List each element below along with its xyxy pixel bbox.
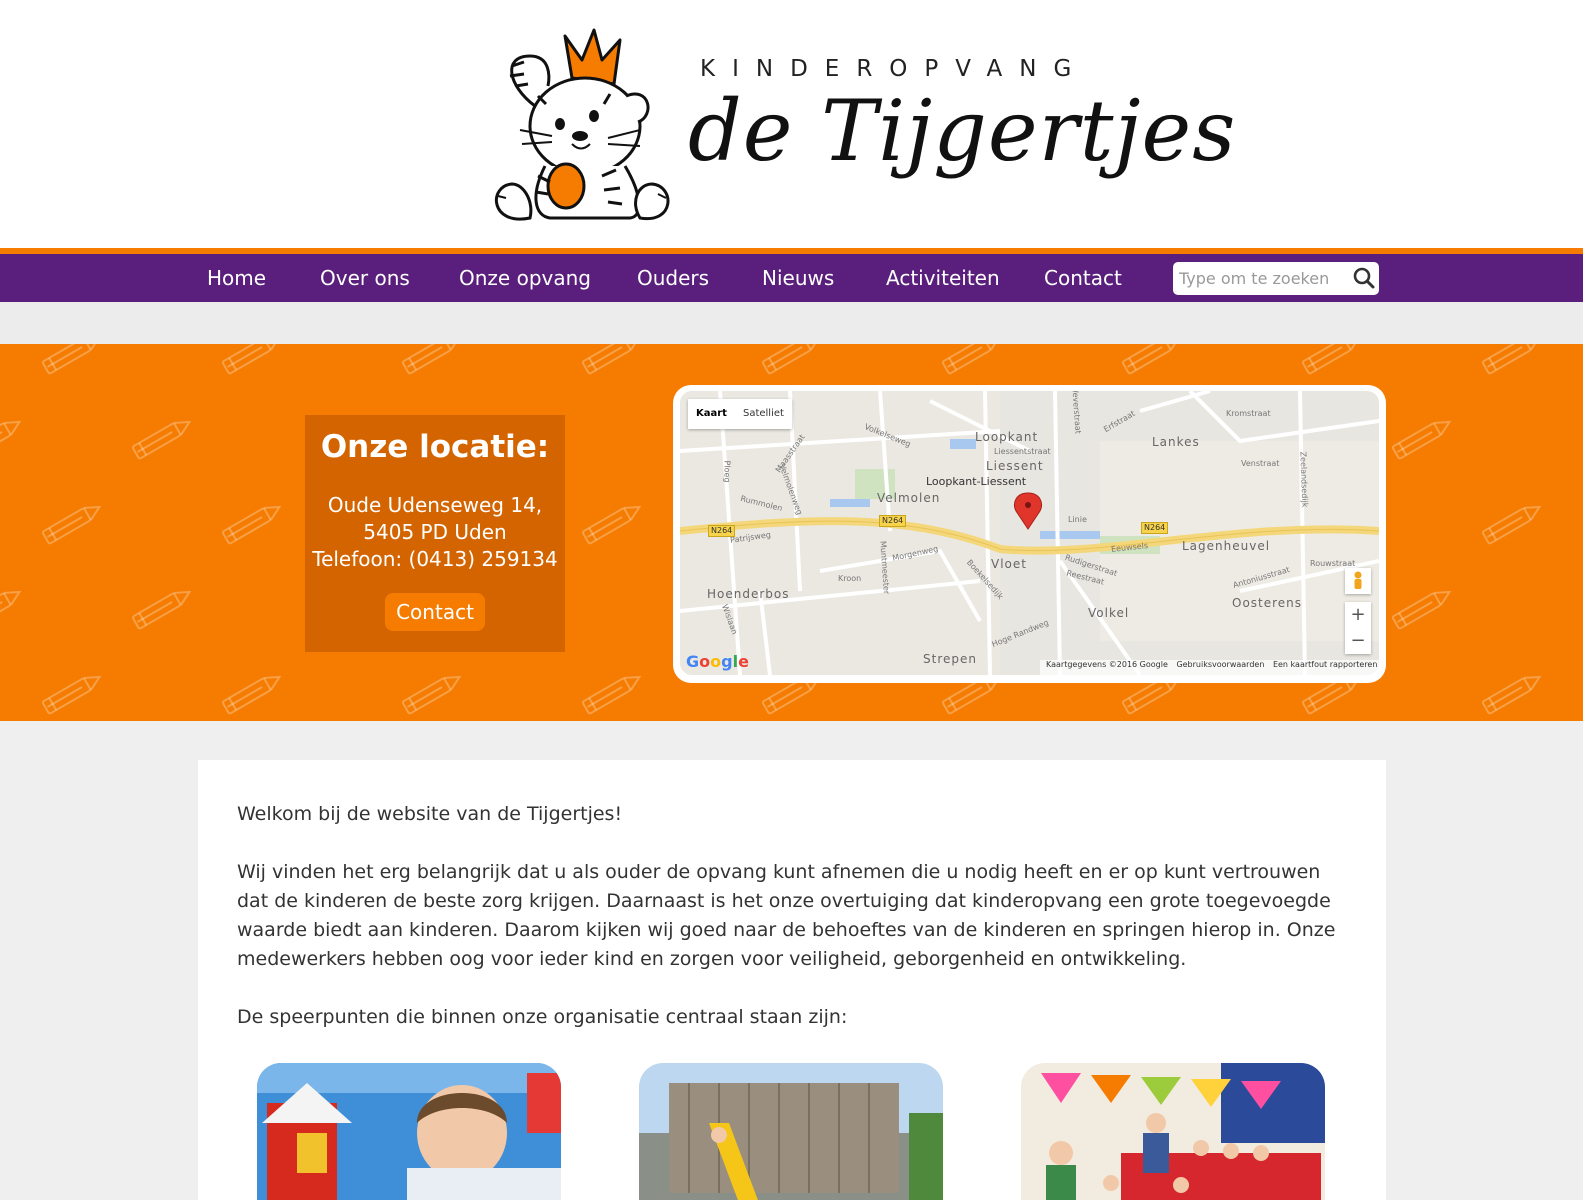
speerpunten-text: De speerpunten die binnen onze organisat… bbox=[237, 1006, 848, 1028]
phone-number: Telefoon: (0413) 259134 bbox=[312, 547, 558, 571]
map-zoom-control: + − bbox=[1345, 602, 1371, 654]
location-title: Onze locatie: bbox=[320, 429, 550, 465]
address-street: Oude Udenseweg 14, bbox=[327, 493, 543, 517]
map-frame: Kaart Satelliet Loopkant Liessent Loopka… bbox=[673, 385, 1386, 683]
map-terms-link[interactable]: Gebruiksvoorwaarden bbox=[1176, 660, 1264, 669]
map-label: Liessent bbox=[986, 459, 1044, 473]
map-label: Oosterens bbox=[1232, 596, 1303, 610]
playground-photo-icon bbox=[639, 1063, 943, 1200]
location-hero: Onze locatie: Oude Udenseweg 14, 5405 PD… bbox=[0, 344, 1583, 721]
map-label: Loopkant bbox=[975, 430, 1039, 444]
nav-item-home[interactable]: Home bbox=[207, 254, 266, 302]
contact-button[interactable]: Contact bbox=[385, 593, 485, 631]
nav-item-contact[interactable]: Contact bbox=[1044, 254, 1122, 302]
map-label: Ploeg bbox=[722, 460, 732, 483]
map-label: Velmolen bbox=[877, 491, 941, 505]
map-label: Lankes bbox=[1152, 435, 1200, 449]
map-footer: Kaartgegevens ©2016 Google Gebruiksvoorw… bbox=[1040, 660, 1379, 675]
map-tab-kaart[interactable]: Kaart bbox=[688, 399, 735, 429]
map-type-tabs: Kaart Satelliet bbox=[688, 399, 792, 429]
photo-baby-playing[interactable] bbox=[257, 1063, 561, 1200]
map-label: Lagenheuvel bbox=[1182, 539, 1271, 553]
intro-text: Wij vinden het erg belangrijk dat u als … bbox=[237, 861, 1336, 970]
pegman-icon bbox=[1354, 571, 1362, 589]
google-logo[interactable]: Google bbox=[686, 652, 749, 671]
photo-playground[interactable] bbox=[639, 1063, 943, 1200]
baby-photo-icon bbox=[257, 1063, 561, 1200]
map-tab-satelliet[interactable]: Satelliet bbox=[735, 399, 792, 429]
search-input[interactable] bbox=[1179, 266, 1339, 291]
location-box: Onze locatie: Oude Udenseweg 14, 5405 PD… bbox=[305, 415, 565, 652]
nav-item-activiteiten[interactable]: Activiteiten bbox=[886, 254, 1000, 302]
map-label: Venstraat bbox=[1241, 459, 1280, 468]
map-label: Linie bbox=[1068, 515, 1087, 524]
address-postcode: 5405 PD Uden bbox=[363, 520, 507, 544]
logo-tagline: KINDEROPVANG bbox=[700, 56, 1089, 82]
map-label: Rouwstraat bbox=[1310, 559, 1356, 568]
site-header: KINDEROPVANG de Tijgertjes bbox=[0, 0, 1583, 248]
map-label: Zeelandsedijk bbox=[1298, 451, 1310, 508]
welcome-text: Welkom bij de website van de Tijgertjes! bbox=[237, 803, 623, 825]
nav-item-onze-opvang[interactable]: Onze opvang bbox=[459, 254, 591, 302]
map-label: Volkel bbox=[1088, 606, 1130, 620]
nav-item-over-ons[interactable]: Over ons bbox=[320, 254, 410, 302]
street-view-pegman[interactable] bbox=[1345, 568, 1371, 594]
map-data-attribution: Kaartgegevens ©2016 Google bbox=[1046, 660, 1168, 669]
map-label: Hoenderbos bbox=[707, 587, 790, 601]
zoom-out-button[interactable]: − bbox=[1345, 628, 1371, 654]
main-navigation: Home Over ons Onze opvang Ouders Nieuws … bbox=[0, 254, 1583, 302]
map-label: Kromstraat bbox=[1226, 409, 1271, 418]
map-label: Liessentstraat bbox=[994, 447, 1051, 456]
map-label: Vloet bbox=[991, 557, 1027, 571]
road-badge: N264 bbox=[708, 525, 736, 537]
logo-name: de Tijgertjes bbox=[688, 82, 1237, 180]
map-report-link[interactable]: Een kaartfout rapporteren bbox=[1273, 660, 1377, 669]
storytime-photo-icon bbox=[1021, 1063, 1325, 1200]
road-badge: N264 bbox=[879, 515, 907, 527]
search-icon[interactable] bbox=[1353, 267, 1375, 289]
nav-item-nieuws[interactable]: Nieuws bbox=[762, 254, 834, 302]
search-box bbox=[1173, 262, 1379, 295]
google-map[interactable]: Kaart Satelliet Loopkant Liessent Loopka… bbox=[680, 391, 1379, 675]
map-label: Strepen bbox=[923, 652, 977, 666]
road-badge: N264 bbox=[1141, 522, 1169, 534]
spacer-band bbox=[0, 302, 1583, 344]
main-content: Welkom bij de website van de Tijgertjes!… bbox=[198, 760, 1386, 1200]
map-label: Loopkant-Liessent bbox=[926, 475, 1027, 488]
nav-item-ouders[interactable]: Ouders bbox=[637, 254, 709, 302]
photo-storytime[interactable] bbox=[1021, 1063, 1325, 1200]
zoom-in-button[interactable]: + bbox=[1345, 602, 1371, 628]
map-label: Kroon bbox=[838, 574, 862, 583]
